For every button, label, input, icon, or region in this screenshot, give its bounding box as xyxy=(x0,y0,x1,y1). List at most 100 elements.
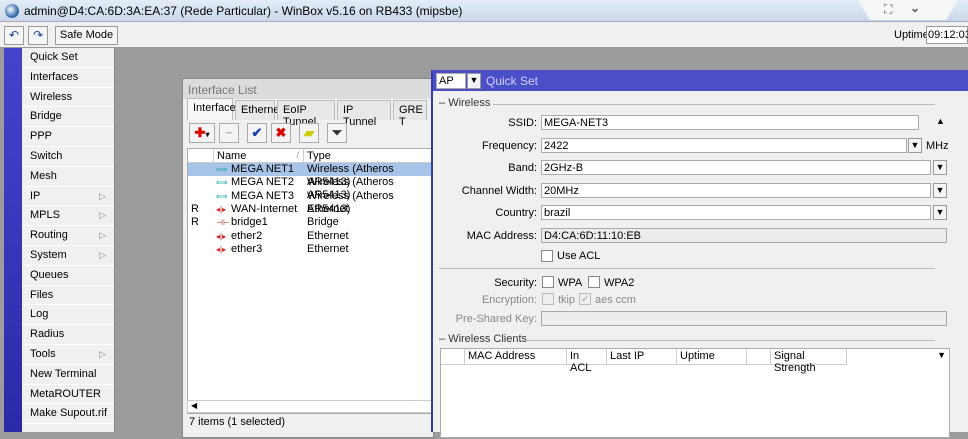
frequency-dropdown-icon[interactable]: ▼ xyxy=(908,138,922,153)
sidebar-item[interactable]: Quick Set xyxy=(22,48,114,68)
wireless-clients-section-label: – Wireless Clients xyxy=(439,333,528,345)
sidebar-item[interactable]: Switch xyxy=(22,147,114,167)
sidebar-item[interactable]: Tools ▷ xyxy=(22,345,114,365)
table-row[interactable]: ◂|▸ ether3 Ethernet xyxy=(188,243,434,256)
sidebar-item[interactable]: MetaROUTER xyxy=(22,385,114,405)
sidebar-item[interactable]: Queues xyxy=(22,266,114,286)
table-row[interactable]: ⟺ MEGA NET2 Wireless (Atheros AR5413) xyxy=(188,176,434,201)
submenu-arrow-icon: ▷ xyxy=(99,348,106,359)
column-header[interactable]: Signal Strength xyxy=(771,349,847,374)
column-menu-icon[interactable]: ▼ xyxy=(937,350,946,360)
sidebar-item-label: New Terminal xyxy=(30,367,97,380)
sidebar-item[interactable]: PPP xyxy=(22,127,114,147)
sidebar-item-label: Log xyxy=(30,308,49,321)
expand-icon[interactable]: ⛶ xyxy=(884,2,892,17)
interface-name: bridge1 xyxy=(231,216,268,229)
channel-width-label: Channel Width: xyxy=(461,185,537,197)
channel-width-select[interactable]: 20MHz xyxy=(541,183,931,198)
wpa-checkbox[interactable] xyxy=(542,276,554,288)
sidebar-item[interactable]: Log xyxy=(22,305,114,326)
frequency-input[interactable]: 2422 xyxy=(541,138,907,153)
interface-type: Ethernet xyxy=(307,242,349,255)
interface-name: ether2 xyxy=(231,229,263,242)
sidebar-item[interactable]: Make Supout.rif xyxy=(22,404,114,425)
country-select[interactable]: brazil xyxy=(541,205,931,220)
column-header-type[interactable]: Type xyxy=(304,149,434,163)
sidebar-item[interactable]: IP ▷ xyxy=(22,187,114,207)
sidebar-item[interactable]: Files xyxy=(22,286,114,306)
sidebar-item[interactable]: Bridge xyxy=(22,107,114,128)
tab[interactable]: IP Tunnel xyxy=(337,100,391,128)
disable-button[interactable]: ✖ xyxy=(271,123,291,143)
tab[interactable]: Ethernet xyxy=(235,100,283,120)
divider xyxy=(493,104,935,105)
column-header[interactable]: In ACL xyxy=(567,349,607,374)
sidebar-item[interactable]: Routing ▷ xyxy=(22,226,114,246)
sidebar-item[interactable]: MPLS ▷ xyxy=(22,206,114,227)
country-dropdown-icon[interactable]: ▼ xyxy=(933,205,947,220)
table-row[interactable]: R ◂|▸ WAN-Internet Ethernet xyxy=(188,203,434,216)
collapse-icon[interactable]: ▲ xyxy=(936,116,945,126)
column-header[interactable]: Uptime xyxy=(677,349,747,365)
tab[interactable]: GRE T xyxy=(393,100,427,128)
mode-select[interactable]: AP xyxy=(436,73,466,89)
table-row[interactable]: R ⊣⊢ bridge1 Bridge xyxy=(188,216,434,229)
interface-name: ether3 xyxy=(231,242,263,255)
comment-button[interactable]: ▰ xyxy=(299,123,319,143)
quick-set-window: AP ▼ Quick Set – Wireless SSID: MEGA-NET… xyxy=(431,70,968,438)
column-header[interactable]: Last IP xyxy=(607,349,677,365)
sidebar-item[interactable]: Wireless xyxy=(22,88,114,108)
interface-name: WAN-Internet xyxy=(231,202,298,215)
wpa2-checkbox[interactable] xyxy=(588,276,600,288)
chevron-down-icon[interactable]: ⌄ xyxy=(910,1,920,15)
sidebar-item[interactable]: System ▷ xyxy=(22,246,114,266)
interface-type: Ethernet xyxy=(307,202,349,215)
sidebar-item[interactable]: New Terminal xyxy=(22,365,114,385)
tkip-label: tkip xyxy=(558,294,576,306)
column-header-flag[interactable] xyxy=(188,149,214,163)
band-select[interactable]: 2GHz-B xyxy=(541,160,931,175)
interface-name: MEGA NET1 xyxy=(231,163,294,175)
interface-table: Name / Type ⟺ MEGA NET1 Wireless (Atheros… xyxy=(187,148,434,414)
table-row[interactable]: ⟺ MEGA NET3 Wireless (Atheros AR5413) xyxy=(188,190,434,215)
sidebar-item[interactable]: Radius xyxy=(22,325,114,345)
toolbar: ↶ ↷ Safe Mode Uptime: 09:12:03 xyxy=(0,22,968,48)
interface-list-window: Interface List Interface Ethernet EoIP Tun… xyxy=(182,78,434,438)
window-title: Quick Set xyxy=(486,74,539,88)
sidebar-item[interactable]: Mesh xyxy=(22,167,114,187)
enable-button[interactable]: ✔ xyxy=(247,123,267,143)
divider xyxy=(439,268,935,269)
band-dropdown-icon[interactable]: ▼ xyxy=(933,160,947,175)
column-header[interactable]: MAC Address xyxy=(465,349,567,365)
column-header[interactable] xyxy=(747,349,771,365)
column-header[interactable] xyxy=(441,349,465,365)
submenu-arrow-icon: ▷ xyxy=(99,230,106,241)
table-row[interactable]: ◂|▸ ether2 Ethernet xyxy=(188,230,434,243)
window-controls: ⛶ ⌄ xyxy=(858,0,958,20)
aes-ccm-checkbox: ✓ xyxy=(579,293,591,305)
sidebar-item-label: Queues xyxy=(30,268,69,281)
sidebar-item-label: Files xyxy=(30,288,54,301)
ssid-input[interactable]: MEGA-NET3 xyxy=(541,115,919,130)
remove-button[interactable]: − xyxy=(219,123,239,143)
wpa2-label: WPA2 xyxy=(604,277,635,289)
mode-dropdown-icon[interactable]: ▼ xyxy=(467,73,481,89)
table-row[interactable]: ⟺ MEGA NET1 Wireless (Atheros AR5413) xyxy=(188,163,434,188)
wireless-icon: ⟺ xyxy=(216,191,228,201)
add-button[interactable]: ✚▾ xyxy=(189,123,215,143)
tab[interactable]: Interface xyxy=(187,98,236,120)
window-title[interactable]: Interface List xyxy=(183,79,433,99)
use-acl-checkbox[interactable] xyxy=(541,250,553,262)
title-bar: admin@D4:CA:6D:3A:EA:37 (Rede Particular… xyxy=(0,0,968,22)
tab[interactable]: EoIP Tunnel xyxy=(277,100,335,128)
safe-mode-button[interactable]: Safe Mode xyxy=(55,26,118,45)
undo-button[interactable]: ↶ xyxy=(4,26,24,45)
redo-button[interactable]: ↷ xyxy=(28,26,48,45)
band-label: Band: xyxy=(508,162,537,174)
sidebar-item[interactable]: Interfaces xyxy=(22,68,114,88)
column-header-name[interactable]: Name / xyxy=(214,149,304,163)
filter-button[interactable]: ⏷ xyxy=(327,123,347,143)
channel-width-dropdown-icon[interactable]: ▼ xyxy=(933,183,947,198)
sidebar-item-label: System xyxy=(30,248,67,261)
sidebar-item-label: Interfaces xyxy=(30,70,79,83)
